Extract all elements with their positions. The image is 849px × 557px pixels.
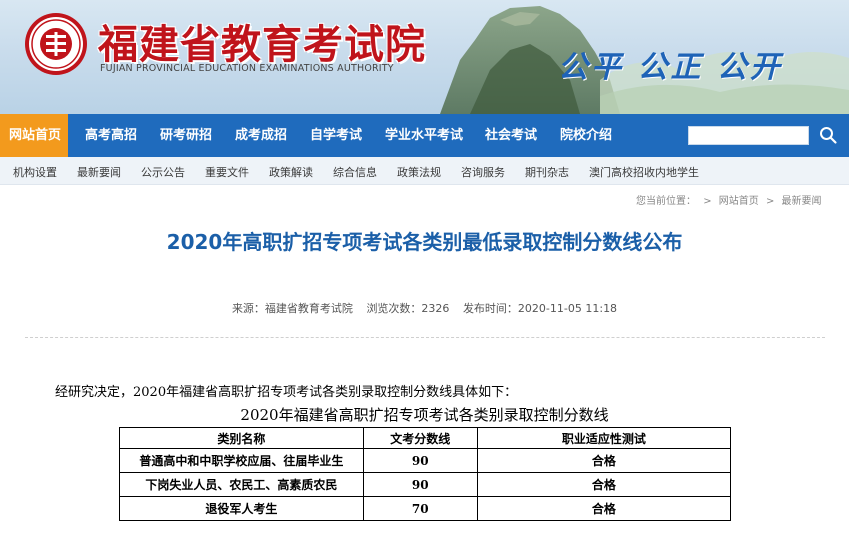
nav-item-chengkao[interactable]: 成考成招 xyxy=(235,114,287,157)
table-header-cell: 职业适应性测试 xyxy=(476,427,732,449)
breadcrumb: 您当前位置： > 网站首页 > 最新要闻 xyxy=(636,192,826,207)
subnav-item-qikan[interactable]: 期刊杂志 xyxy=(525,164,569,180)
table-row: 下岗失业人员、农民工、高素质农民 90 合格 xyxy=(119,472,732,497)
table-cell: 90 xyxy=(362,448,478,473)
article-published: 发布时间：2020-11-05 11:18 xyxy=(462,302,618,315)
subnav-item-jiedu[interactable]: 政策解读 xyxy=(269,164,313,180)
subnav-item-zonghe[interactable]: 综合信息 xyxy=(333,164,377,180)
nav-item-home[interactable]: 网站首页 xyxy=(0,114,68,157)
site-title: 福建省教育考试院 xyxy=(98,21,426,68)
table-cell: 70 xyxy=(362,496,478,521)
breadcrumb-separator: > xyxy=(703,196,712,207)
nav-item-shehui[interactable]: 社会考试 xyxy=(485,114,537,157)
table-header-row: 类别名称 文考分数线 职业适应性测试 xyxy=(119,427,732,449)
slogan-text: 公平 公正 公开 xyxy=(558,50,783,85)
table-cell: 90 xyxy=(362,472,478,497)
table-cell: 下岗失业人员、农民工、高素质农民 xyxy=(119,472,364,497)
nav-item-gaokao[interactable]: 高考高招 xyxy=(85,114,137,157)
article-views: 浏览次数：2326 xyxy=(366,302,450,315)
breadcrumb-item-news[interactable]: 最新要闻 xyxy=(782,196,822,207)
content-divider xyxy=(25,337,825,338)
sub-navigation: 机构设置 最新要闻 公示公告 重要文件 政策解读 综合信息 政策法规 咨询服务 … xyxy=(0,157,849,185)
table-title: 2020年福建省高职扩招专项考试各类别录取控制分数线 xyxy=(240,406,609,424)
table-cell: 合格 xyxy=(476,472,732,497)
subnav-item-jigou[interactable]: 机构设置 xyxy=(13,164,57,180)
nav-item-yankao[interactable]: 研考研招 xyxy=(160,114,212,157)
score-table: 类别名称 文考分数线 职业适应性测试 普通高中和中职学校应届、往届毕业生 90 … xyxy=(119,427,732,521)
table-header-cell: 文考分数线 xyxy=(362,427,478,449)
subnav-item-aomen[interactable]: 澳门高校招收内地学生 xyxy=(589,164,699,180)
table-cell: 普通高中和中职学校应届、往届毕业生 xyxy=(119,448,364,473)
table-cell: 合格 xyxy=(476,448,732,473)
table-cell: 合格 xyxy=(476,496,732,521)
subnav-item-gonggao[interactable]: 公示公告 xyxy=(141,164,185,180)
subnav-item-wenjian[interactable]: 重要文件 xyxy=(205,164,249,180)
search-icon[interactable] xyxy=(818,125,838,145)
site-subtitle: FUJIAN PROVINCIAL EDUCATION EXAMINATIONS… xyxy=(100,63,394,74)
nav-item-xueye[interactable]: 学业水平考试 xyxy=(385,114,463,157)
table-row: 退役军人考生 70 合格 xyxy=(119,496,732,521)
main-navigation: 网站首页 高考高招 研考研招 成考成招 自学考试 学业水平考试 社会考试 院校介… xyxy=(0,114,849,157)
article-intro: 经研究决定，2020年福建省高职扩招专项考试各类别录取控制分数线具体如下： xyxy=(55,385,518,400)
article-title: 2020年高职扩招专项考试各类别最低录取控制分数线公布 xyxy=(166,230,683,254)
subnav-item-fagui[interactable]: 政策法规 xyxy=(397,164,441,180)
header-banner: 福建省教育考试院 FUJIAN PROVINCIAL EDUCATION EXA… xyxy=(0,0,849,114)
institution-emblem-icon xyxy=(25,13,87,75)
search-input[interactable] xyxy=(688,126,809,145)
table-header-cell: 类别名称 xyxy=(119,427,364,449)
table-row: 普通高中和中职学校应届、往届毕业生 90 合格 xyxy=(119,448,732,473)
table-cell: 退役军人考生 xyxy=(119,496,364,521)
nav-item-yuanxiao[interactable]: 院校介绍 xyxy=(560,114,612,157)
subnav-item-zixun[interactable]: 咨询服务 xyxy=(461,164,505,180)
nav-item-zikao[interactable]: 自学考试 xyxy=(310,114,362,157)
subnav-item-yaowen[interactable]: 最新要闻 xyxy=(77,164,121,180)
breadcrumb-separator: > xyxy=(765,196,775,207)
article-meta: 来源：福建省教育考试院 浏览次数：2326 发布时间：2020-11-05 11… xyxy=(0,300,849,316)
breadcrumb-item-home[interactable]: 网站首页 xyxy=(719,196,759,207)
article-source: 来源：福建省教育考试院 xyxy=(231,302,353,315)
breadcrumb-prefix: 您当前位置： xyxy=(636,196,696,207)
